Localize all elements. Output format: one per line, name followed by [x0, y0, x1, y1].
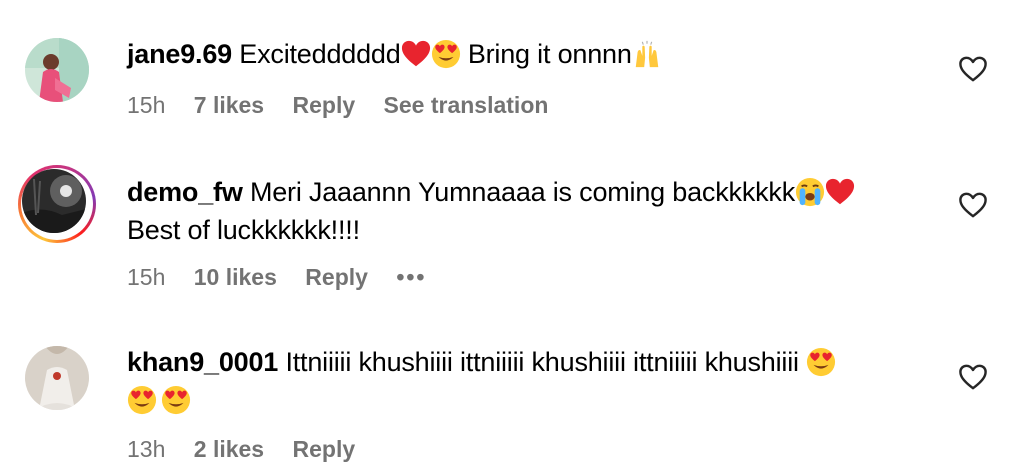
comment-timestamp: 15h	[127, 264, 166, 290]
comment-username[interactable]: demo_fw	[127, 177, 243, 207]
comment-username[interactable]: jane9.69	[127, 39, 232, 69]
heart-outline-icon[interactable]	[958, 363, 988, 391]
comment-text: khan9_0001 Ittniiiii khushiiii ittniiiii…	[127, 343, 927, 419]
reply-button[interactable]: Reply	[305, 264, 368, 291]
comment-meta: 13h 2 likes Reply	[127, 436, 377, 463]
heart-eyes-emoji	[127, 385, 157, 415]
comment-body-line2: Best of luckkkkkk!!!!	[127, 215, 360, 245]
likes-count[interactable]: 7 likes	[194, 92, 264, 119]
likes-count[interactable]: 10 likes	[194, 264, 277, 291]
comment-body: Meri Jaaannn Yumnaaaa is coming backkkkk…	[249, 177, 796, 207]
red-heart-emoji	[825, 177, 855, 207]
comment-username[interactable]: khan9_0001	[127, 347, 278, 377]
comment-timestamp: 15h	[127, 92, 166, 118]
comment-text: jane9.69 Excitedddddd Bring it onnnn	[127, 35, 927, 73]
see-translation-button[interactable]: See translation	[384, 92, 549, 119]
avatar[interactable]	[18, 165, 96, 243]
comment-timestamp: 13h	[127, 436, 166, 462]
raised-hands-emoji	[632, 39, 662, 69]
avatar[interactable]	[25, 346, 89, 410]
avatar[interactable]	[25, 38, 89, 102]
reply-button[interactable]: Reply	[293, 436, 356, 463]
comment-meta: 15h 10 likes Reply •••	[127, 264, 449, 291]
heart-eyes-emoji	[161, 385, 191, 415]
comment-text: demo_fw Meri Jaaannn Yumnaaaa is coming …	[127, 173, 927, 249]
comment-body: Excitedddddd	[239, 39, 401, 69]
comment-body: Ittniiiii khushiiii ittniiiii khushiiii …	[285, 347, 799, 377]
loudly-crying-emoji	[795, 177, 825, 207]
heart-eyes-emoji	[431, 39, 461, 69]
heart-outline-icon[interactable]	[958, 191, 988, 219]
heart-outline-icon[interactable]	[958, 55, 988, 83]
red-heart-emoji	[401, 39, 431, 69]
comment-body-continued: Bring it onnnn	[460, 39, 632, 69]
likes-count[interactable]: 2 likes	[194, 436, 264, 463]
comment-meta: 15h 7 likes Reply See translation	[127, 92, 570, 119]
more-options-icon[interactable]: •••	[396, 264, 426, 291]
reply-button[interactable]: Reply	[293, 92, 356, 119]
heart-eyes-emoji	[806, 347, 836, 377]
